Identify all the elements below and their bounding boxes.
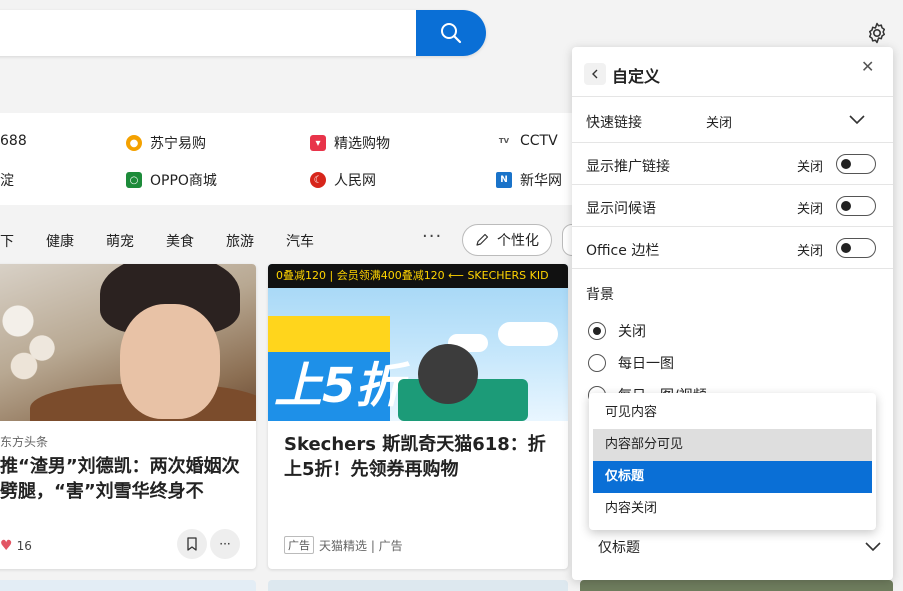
background-option-off[interactable]: 关闭 bbox=[588, 321, 646, 341]
quick-link-688[interactable]: 688 bbox=[0, 133, 27, 149]
quick-links-bar: 688 ● 苏宁易购 ▾ 精选购物 TV CCTV 淀 ○ OPPO商城 ☾ 人… bbox=[0, 113, 572, 205]
suning-icon: ● bbox=[126, 135, 142, 151]
ad-banner-text: 0叠减120 | 会员领满400叠减120 ⟵ SKECHERS KID bbox=[268, 264, 568, 288]
shopping-bag-icon: ▾ bbox=[310, 135, 326, 151]
ad-big-text: 上5折 bbox=[274, 358, 404, 414]
promo-links-toggle[interactable] bbox=[836, 154, 876, 174]
setting-label: 显示问候语 bbox=[586, 201, 656, 217]
ad-tag: 广告 bbox=[284, 536, 314, 554]
quick-link-label: 人民网 bbox=[334, 173, 376, 189]
radio-unselected bbox=[588, 354, 606, 372]
save-button[interactable] bbox=[177, 529, 207, 559]
search-icon bbox=[441, 23, 462, 44]
like-count-value: 16 bbox=[16, 539, 32, 553]
office-sidebar-setting: Office 边栏 关闭 bbox=[572, 227, 893, 269]
quick-link-label: 苏宁易购 bbox=[150, 136, 206, 152]
setting-value: 关闭 bbox=[797, 244, 824, 259]
news-card[interactable]: 东方头条 推“渣男”刘德凯：两次婚姻次劈腿，“害”刘雪华终身不 ♥ 16 ··· bbox=[0, 264, 256, 569]
chevron-down-icon[interactable] bbox=[848, 114, 866, 126]
quick-link-label: 精选购物 bbox=[334, 136, 390, 152]
panel-header: 自定义 ✕ bbox=[572, 47, 893, 97]
ad-source-row: 广告 天猫精选 | 广告 bbox=[284, 536, 403, 554]
gear-icon[interactable] bbox=[865, 21, 889, 45]
more-options-button[interactable]: ··· bbox=[210, 529, 240, 559]
search-button[interactable] bbox=[416, 10, 486, 56]
setting-value: 关闭 bbox=[797, 160, 824, 175]
close-icon[interactable]: ✕ bbox=[861, 59, 874, 75]
more-icon: ··· bbox=[219, 537, 231, 551]
category-tab-food[interactable]: 美食 bbox=[166, 231, 194, 251]
greeting-setting: 显示问候语 关闭 bbox=[572, 185, 893, 227]
category-tab-travel[interactable]: 旅游 bbox=[226, 231, 254, 251]
quick-links-setting[interactable]: 快速链接 关闭 bbox=[572, 97, 893, 143]
pencil-icon bbox=[476, 233, 489, 246]
quick-link-selected-shopping[interactable]: ▾ 精选购物 bbox=[310, 133, 390, 153]
setting-value: 关闭 bbox=[797, 202, 824, 217]
menu-item-visible-content[interactable]: 可见内容 bbox=[593, 397, 872, 429]
category-tab-pets[interactable]: 萌宠 bbox=[106, 231, 134, 251]
quick-link-suning[interactable]: ● 苏宁易购 bbox=[126, 133, 206, 153]
promo-links-setting: 显示推广链接 关闭 bbox=[572, 143, 893, 185]
next-card-top bbox=[0, 580, 256, 591]
personalize-label: 个性化 bbox=[497, 233, 539, 249]
personalize-button[interactable]: 个性化 bbox=[462, 224, 552, 256]
menu-item-titles-only[interactable]: 仅标题 bbox=[593, 461, 872, 493]
quick-link-partial[interactable]: 淀 bbox=[0, 170, 14, 190]
setting-label: 快速链接 bbox=[586, 115, 642, 131]
content-visibility-menu: 可见内容 内容部分可见 仅标题 内容关闭 bbox=[589, 393, 876, 530]
quick-link-label: 淀 bbox=[0, 173, 14, 189]
background-section-label: 背景 bbox=[586, 287, 614, 303]
setting-label: Office 边栏 bbox=[586, 243, 660, 259]
greeting-toggle[interactable] bbox=[836, 196, 876, 216]
like-count[interactable]: ♥ 16 bbox=[0, 538, 32, 554]
office-sidebar-toggle[interactable] bbox=[836, 238, 876, 258]
menu-item-content-off[interactable]: 内容关闭 bbox=[593, 493, 872, 525]
heart-icon: ♥ bbox=[0, 538, 13, 554]
content-visibility-dropdown[interactable]: 仅标题 bbox=[586, 524, 882, 570]
quick-link-people-daily[interactable]: ☾ 人民网 bbox=[310, 170, 376, 190]
next-card-top bbox=[580, 580, 893, 591]
quick-link-label: CCTV bbox=[520, 133, 558, 149]
news-title[interactable]: 推“渣男”刘德凯：两次婚姻次劈腿，“害”刘雪华终身不 bbox=[0, 454, 250, 504]
cctv-icon: TV bbox=[496, 133, 512, 149]
radio-label: 关闭 bbox=[618, 324, 646, 340]
category-tab-health[interactable]: 健康 bbox=[46, 231, 74, 251]
ad-title[interactable]: Skechers 斯凯奇天猫618：折上5折！先领券再购物 bbox=[284, 432, 556, 482]
setting-value: 关闭 bbox=[706, 116, 733, 131]
dropdown-value: 仅标题 bbox=[598, 540, 640, 556]
radio-label: 每日一图 bbox=[618, 356, 674, 372]
menu-item-partially-visible[interactable]: 内容部分可见 bbox=[593, 429, 872, 461]
xinhua-icon: N bbox=[496, 172, 512, 188]
quick-link-label: 新华网 bbox=[520, 173, 562, 189]
news-source: 东方头条 bbox=[0, 435, 49, 449]
oppo-icon: ○ bbox=[126, 172, 142, 188]
search-input[interactable] bbox=[0, 10, 486, 56]
quick-link-oppo[interactable]: ○ OPPO商城 bbox=[126, 170, 217, 190]
background-option-daily-image[interactable]: 每日一图 bbox=[588, 353, 674, 373]
quick-link-cctv[interactable]: TV CCTV bbox=[496, 133, 558, 149]
category-tab-cars[interactable]: 汽车 bbox=[286, 231, 314, 251]
more-categories-button[interactable]: ··· bbox=[422, 226, 442, 247]
ad-card[interactable]: 0叠减120 | 会员领满400叠减120 ⟵ SKECHERS KID 上5折… bbox=[268, 264, 568, 569]
ad-card-image: 0叠减120 | 会员领满400叠减120 ⟵ SKECHERS KID 上5折 bbox=[268, 264, 568, 421]
chevron-left-icon bbox=[592, 69, 598, 79]
category-tab[interactable]: 下 bbox=[0, 231, 14, 251]
panel-title: 自定义 bbox=[612, 67, 661, 86]
back-button[interactable] bbox=[584, 63, 606, 85]
people-daily-icon: ☾ bbox=[310, 172, 326, 188]
quick-link-label: OPPO商城 bbox=[150, 173, 217, 189]
quick-link-label: 688 bbox=[0, 133, 27, 149]
ad-source: 天猫精选 | 广告 bbox=[319, 538, 403, 553]
chevron-down-icon bbox=[865, 542, 881, 552]
next-card-top bbox=[268, 580, 568, 591]
news-card-image bbox=[0, 264, 256, 421]
quick-link-xinhua[interactable]: N 新华网 bbox=[496, 170, 562, 190]
bookmark-icon bbox=[187, 537, 197, 551]
setting-label: 显示推广链接 bbox=[586, 159, 670, 175]
radio-selected bbox=[588, 322, 606, 340]
